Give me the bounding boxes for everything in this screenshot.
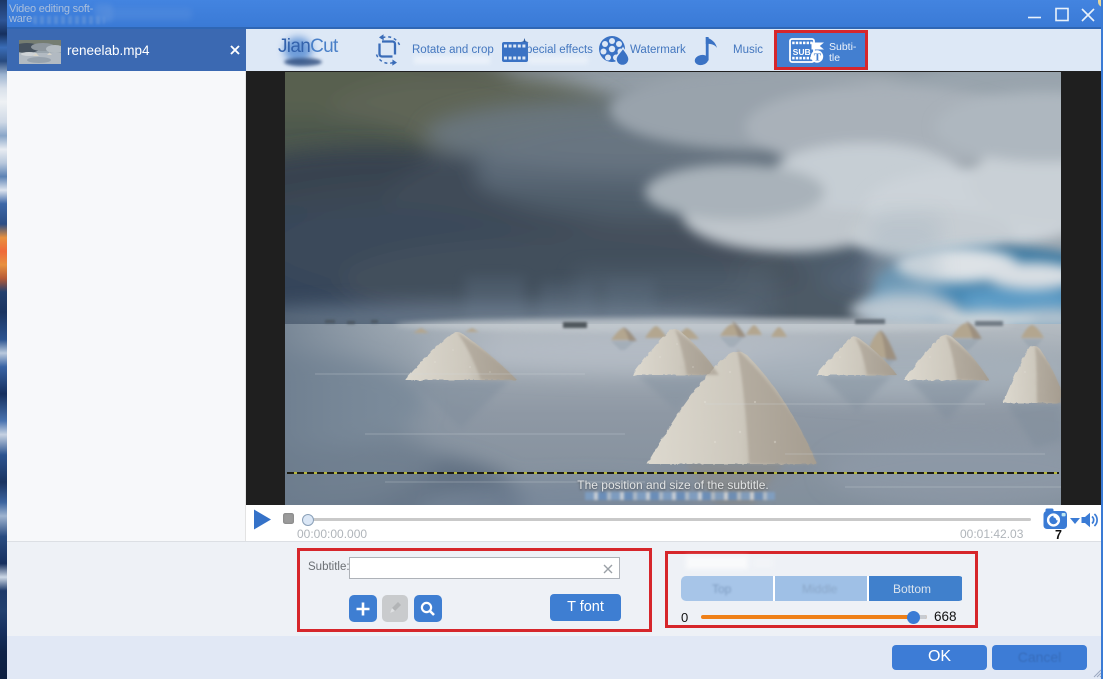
svg-text:T: T bbox=[814, 52, 822, 64]
svg-text:SUB: SUB bbox=[793, 47, 811, 57]
